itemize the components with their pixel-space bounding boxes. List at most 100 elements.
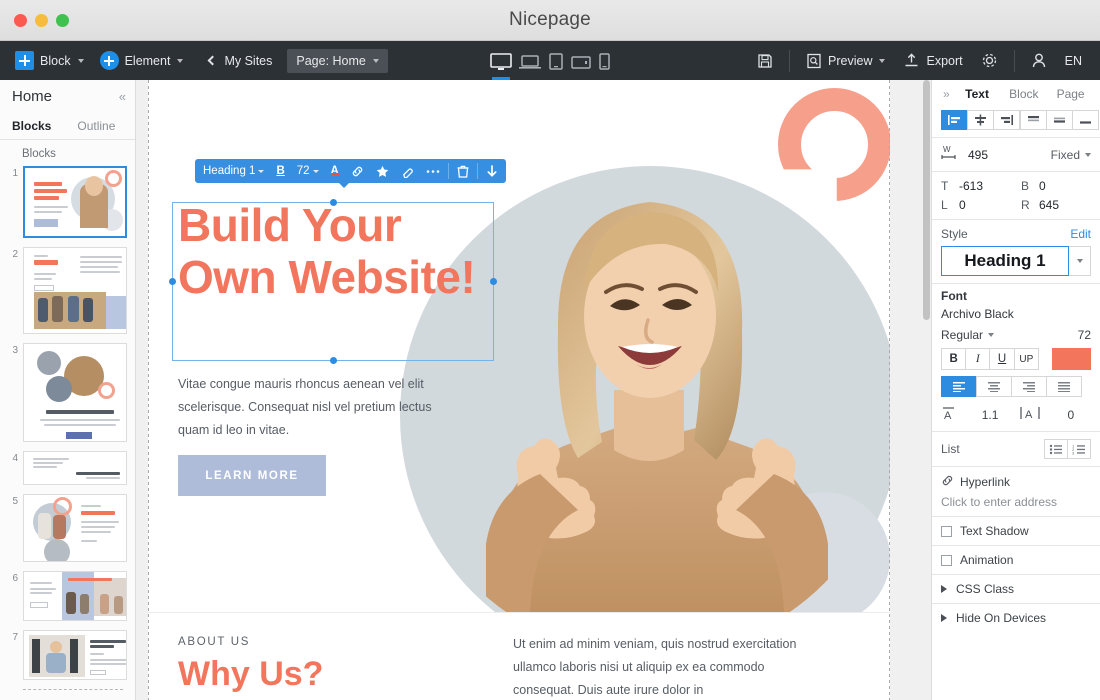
hide-on-devices-section[interactable]: Hide On Devices: [932, 603, 1100, 632]
css-class-section[interactable]: CSS Class: [932, 574, 1100, 603]
resize-handle-bottom[interactable]: [329, 357, 337, 364]
style-edit-button[interactable]: Edit: [1070, 227, 1091, 241]
justify-left-button[interactable]: [941, 376, 977, 397]
font-color-swatch[interactable]: [1051, 348, 1091, 370]
justify-full-button[interactable]: [1046, 376, 1082, 397]
font-size-value[interactable]: 72: [1078, 328, 1091, 342]
justify-center-button[interactable]: [976, 376, 1012, 397]
list-item[interactable]: 3: [0, 343, 135, 442]
align-left-button[interactable]: [941, 110, 968, 130]
line-height-value[interactable]: 1.1: [970, 408, 1010, 422]
collapse-sidebar-button[interactable]: «: [119, 89, 126, 104]
hero-paragraph[interactable]: Vitae congue mauris rhoncus aenean vel e…: [178, 373, 448, 442]
more-icon[interactable]: [420, 159, 446, 183]
star-icon[interactable]: [370, 159, 395, 183]
text-color-button[interactable]: A: [325, 159, 345, 183]
expand-panel-button[interactable]: »: [938, 87, 954, 101]
canvas-scrollbar[interactable]: [922, 80, 931, 700]
list-item[interactable]: 6: [0, 571, 135, 621]
language-button[interactable]: EN: [1057, 49, 1090, 73]
italic-button[interactable]: I: [965, 348, 991, 370]
font-family-value[interactable]: Archivo Black: [941, 307, 1091, 321]
tab-block[interactable]: Block: [1000, 87, 1047, 101]
animation-checkbox[interactable]: [941, 554, 952, 566]
block-thumbnail-2[interactable]: [23, 247, 127, 334]
font-weight-dropdown[interactable]: Regular: [941, 328, 995, 342]
resize-handle-left[interactable]: [169, 278, 176, 285]
block-thumbnail-1[interactable]: [23, 166, 127, 238]
eraser-icon[interactable]: [395, 159, 420, 183]
text-shadow-section[interactable]: Text Shadow: [932, 516, 1100, 545]
add-block-placeholder[interactable]: [23, 689, 123, 690]
tab-blocks[interactable]: Blocks: [12, 119, 51, 133]
learn-more-button[interactable]: LEARN MORE: [178, 455, 326, 496]
list-item[interactable]: 1: [0, 166, 135, 238]
device-tablet-landscape-button[interactable]: [570, 53, 591, 80]
font-size-dropdown[interactable]: 72: [291, 159, 325, 183]
resize-handle-top[interactable]: [329, 199, 337, 206]
style-dropdown-button[interactable]: [1069, 246, 1091, 276]
list-item[interactable]: 4: [0, 451, 135, 485]
align-middle-button[interactable]: [1046, 110, 1073, 130]
hyperlink-section[interactable]: Hyperlink Click to enter address: [932, 466, 1100, 516]
style-selector[interactable]: Heading 1: [941, 246, 1091, 276]
underline-button[interactable]: U: [989, 348, 1015, 370]
align-right-button[interactable]: [993, 110, 1020, 130]
align-bottom-button[interactable]: [1072, 110, 1099, 130]
bold-button[interactable]: B: [270, 159, 290, 183]
device-mobile-button[interactable]: [598, 53, 611, 80]
list-item[interactable]: 2: [0, 247, 135, 334]
block-thumbnail-5[interactable]: [23, 494, 127, 562]
hero-section[interactable]: Build Your Own Website! Vitae congue mau…: [148, 80, 890, 612]
bullet-list-icon[interactable]: [1044, 439, 1068, 459]
block-thumbnail-3[interactable]: [23, 343, 127, 442]
numbered-list-icon[interactable]: 123: [1067, 439, 1091, 459]
left-value[interactable]: 0: [959, 198, 1021, 212]
block-thumbnail-list[interactable]: 1 2 3 4 5 6 7: [0, 166, 135, 690]
device-tablet-portrait-button[interactable]: [548, 53, 564, 80]
width-mode-dropdown[interactable]: Fixed: [1051, 148, 1091, 162]
justify-right-button[interactable]: [1011, 376, 1047, 397]
tab-text[interactable]: Text: [954, 87, 1001, 101]
text-shadow-checkbox[interactable]: [941, 525, 952, 537]
move-down-icon[interactable]: [480, 159, 504, 183]
top-value[interactable]: -613: [959, 179, 1021, 193]
uppercase-button[interactable]: UP: [1013, 348, 1039, 370]
letter-spacing-value[interactable]: 0: [1051, 408, 1091, 422]
page-content[interactable]: Build Your Own Website! Vitae congue mau…: [148, 80, 890, 700]
selection-box[interactable]: [169, 199, 497, 364]
link-icon[interactable]: [345, 159, 370, 183]
block-thumbnail-7[interactable]: [23, 630, 127, 680]
canvas-scrollbar-thumb[interactable]: [923, 80, 930, 320]
save-button[interactable]: [749, 48, 781, 74]
trash-icon[interactable]: [451, 159, 475, 183]
list-item[interactable]: 7: [0, 630, 135, 680]
account-button[interactable]: [1023, 47, 1055, 74]
device-laptop-button[interactable]: [518, 53, 541, 80]
right-value[interactable]: 645: [1039, 198, 1059, 212]
block-thumbnail-4[interactable]: [23, 451, 127, 485]
settings-button[interactable]: [973, 47, 1006, 74]
preview-button[interactable]: Preview: [798, 48, 893, 74]
bottom-value[interactable]: 0: [1039, 179, 1046, 193]
style-value[interactable]: Heading 1: [941, 246, 1069, 276]
align-top-button[interactable]: [1020, 110, 1047, 130]
device-desktop-button[interactable]: [489, 53, 512, 80]
block-thumbnail-6[interactable]: [23, 571, 127, 621]
about-heading[interactable]: Why Us?: [178, 655, 323, 694]
align-center-horizontal-button[interactable]: [967, 110, 994, 130]
bold-button[interactable]: B: [941, 348, 967, 370]
about-paragraph[interactable]: Ut enim ad minim veniam, quis nostrud ex…: [513, 633, 803, 700]
hyperlink-input[interactable]: Click to enter address: [941, 495, 1091, 509]
resize-handle-right[interactable]: [490, 278, 497, 285]
text-style-dropdown[interactable]: Heading 1: [197, 159, 270, 183]
export-button[interactable]: Export: [895, 48, 970, 74]
animation-section[interactable]: Animation: [932, 545, 1100, 574]
floating-text-toolbar[interactable]: Heading 1 B 72 A: [195, 159, 506, 188]
tab-page[interactable]: Page: [1047, 87, 1094, 101]
about-section[interactable]: ABOUT US Why Us? Ut enim ad minim veniam…: [148, 612, 890, 700]
list-item[interactable]: 5: [0, 494, 135, 562]
page-canvas[interactable]: Build Your Own Website! Vitae congue mau…: [136, 80, 931, 700]
hero-photo[interactable]: [466, 140, 866, 612]
tab-outline[interactable]: Outline: [77, 119, 115, 133]
